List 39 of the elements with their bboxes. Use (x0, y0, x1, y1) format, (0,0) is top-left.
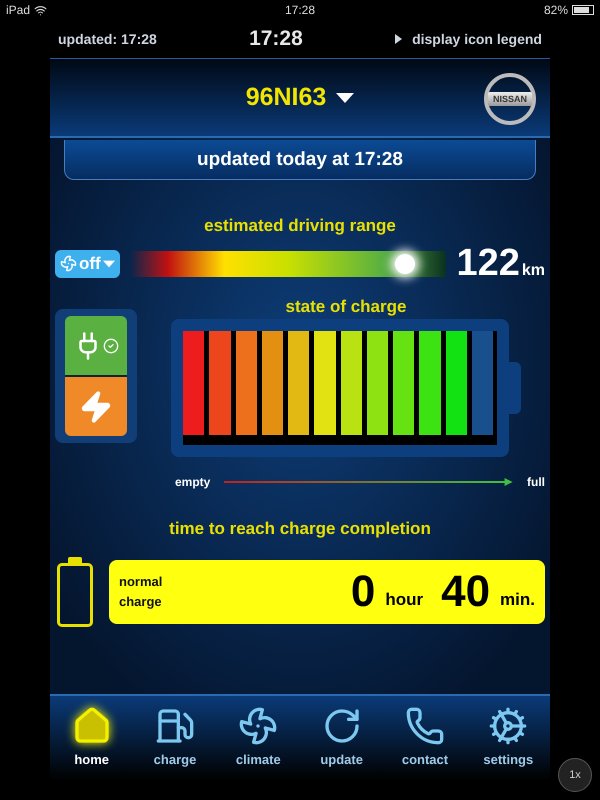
empty-label: empty (175, 475, 210, 489)
wifi-icon (34, 4, 48, 16)
zoom-button[interactable]: 1x (558, 758, 592, 792)
full-label: full (527, 475, 545, 489)
battery-icon (572, 5, 594, 15)
minutes-value: 40 (441, 567, 490, 617)
status-time: 17:28 (284, 3, 316, 17)
tab[interactable]: climate (216, 696, 300, 780)
battery-outline-icon (57, 557, 93, 627)
range-title: estimated driving range (204, 216, 396, 236)
battery-percent: 82% (544, 3, 568, 17)
range-unit: km (522, 262, 545, 279)
clock: 17:28 (249, 27, 303, 51)
tab[interactable]: contact (383, 696, 467, 780)
updated-time: updated: 17:28 (58, 31, 157, 47)
update-banner: updated today at 17:28 (64, 140, 536, 180)
vehicle-selector[interactable]: 96NI63 (240, 82, 360, 113)
lightning-icon (79, 390, 113, 424)
triangle-icon (395, 34, 402, 44)
hour-unit: hour (385, 590, 424, 610)
tab[interactable]: update (300, 696, 384, 780)
caret-icon (336, 92, 354, 102)
range-value: 122 (456, 242, 520, 284)
phone-icon (404, 706, 445, 746)
fan-icon (60, 255, 77, 272)
charge-mode: normal charge (119, 573, 164, 611)
brand-logo: NISSAN (484, 73, 536, 125)
settings-icon (488, 706, 528, 746)
tab[interactable]: charge (133, 696, 217, 780)
icon-legend-link[interactable]: display icon legend (395, 31, 542, 47)
tab[interactable]: settings (466, 696, 550, 780)
minute-unit: min. (500, 590, 535, 610)
caret-icon (102, 258, 115, 268)
device-name: iPad (6, 3, 30, 17)
fan-icon (238, 706, 278, 746)
hours-value: 0 (350, 567, 376, 617)
tab[interactable]: home (50, 696, 134, 780)
charge-title: state of charge (286, 297, 406, 317)
completion-title: time to reach charge completion (169, 519, 431, 539)
